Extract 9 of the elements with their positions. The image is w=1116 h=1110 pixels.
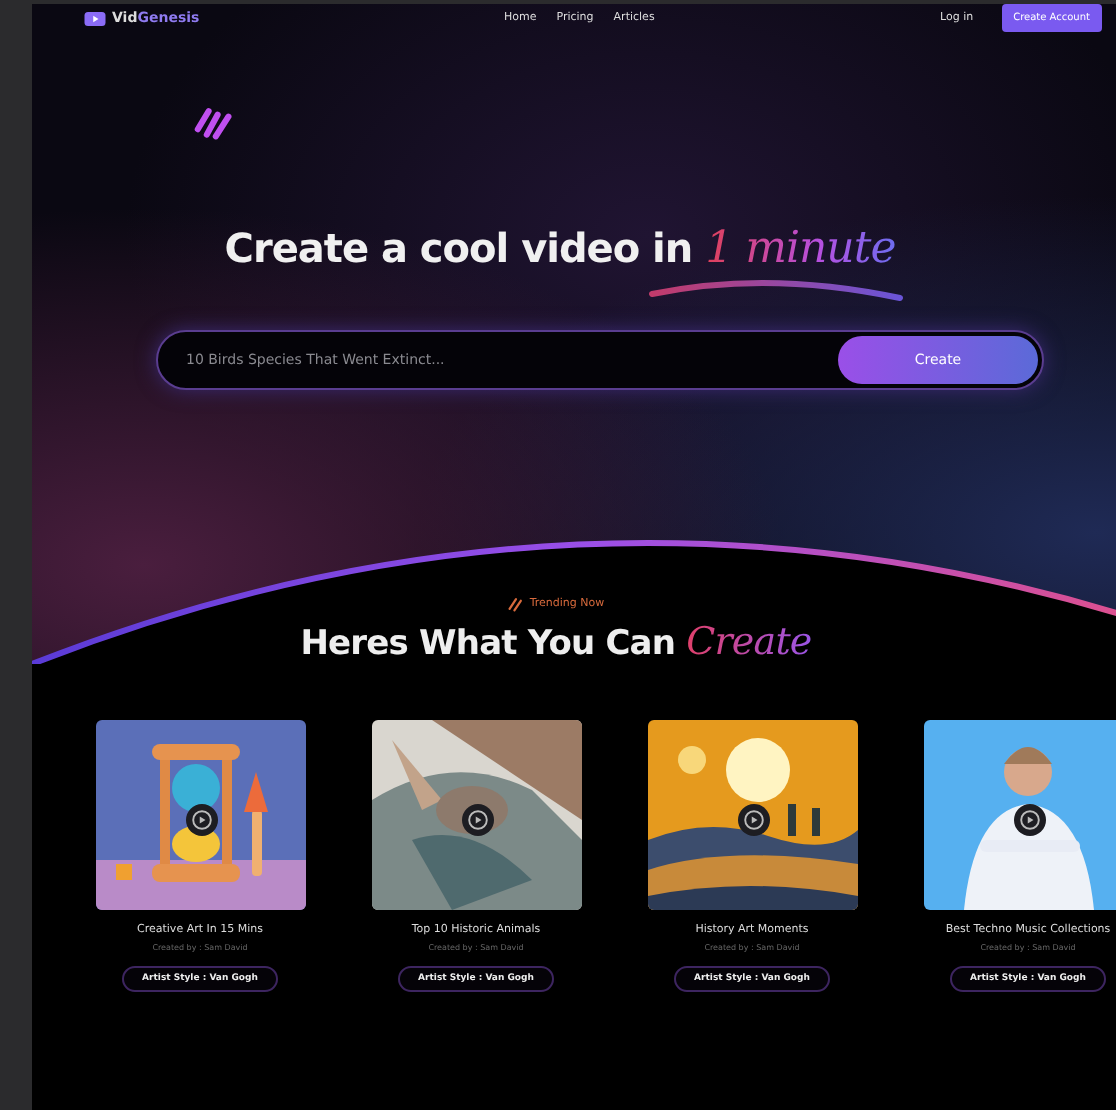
logo-icon [84,11,106,25]
section-title: Heres What You Can Create [298,620,814,664]
play-icon[interactable] [461,804,493,836]
hero-title: Create a cool video in 1 minute [224,224,896,274]
squiggle-icon [192,104,236,140]
play-icon[interactable] [737,804,769,836]
play-icon[interactable] [185,804,217,836]
play-icon[interactable] [1013,804,1045,836]
trend-icon [507,596,524,612]
